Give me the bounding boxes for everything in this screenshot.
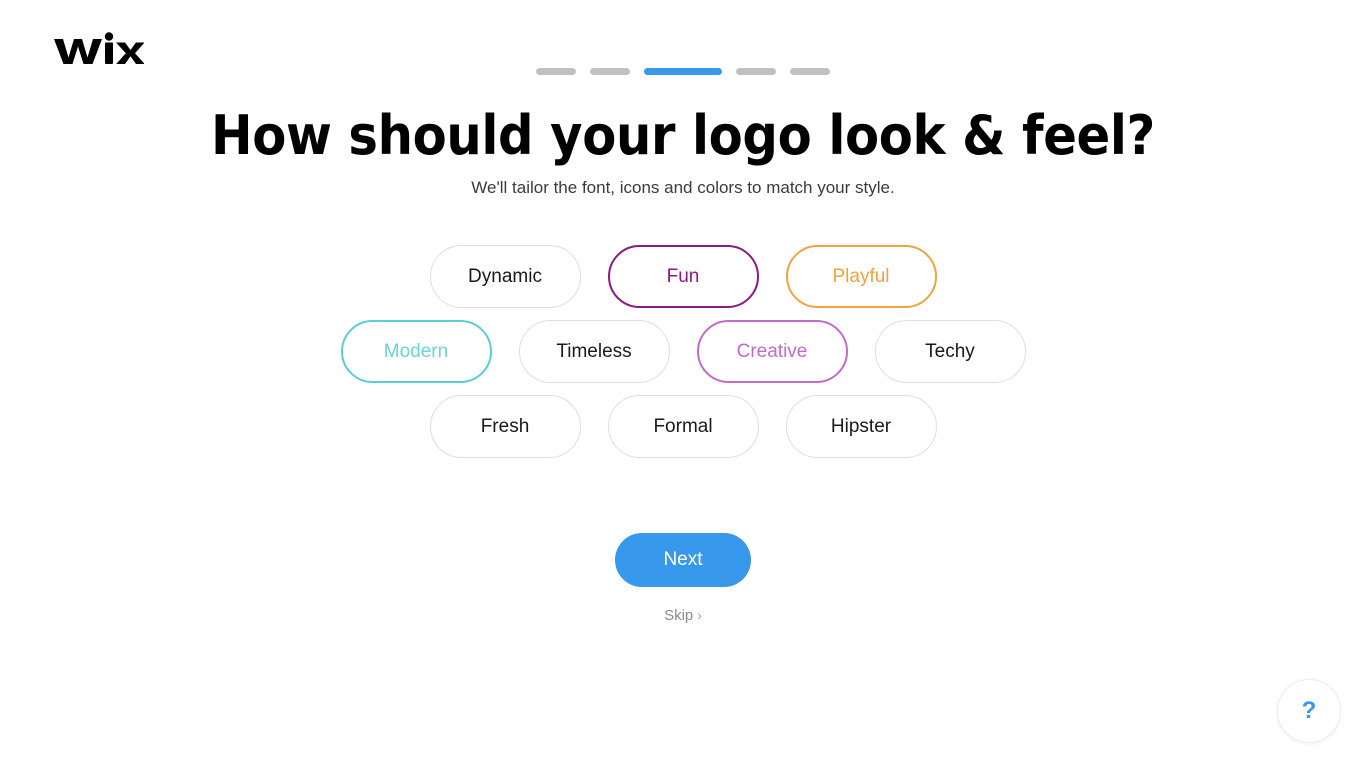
page-subtitle: We'll tailor the font, icons and colors … — [471, 178, 895, 197]
chip-label: Fresh — [480, 415, 530, 437]
chip-playful[interactable]: Playful — [785, 245, 937, 308]
chip-hipster[interactable]: Hipster — [785, 395, 937, 458]
progress-step-3-active — [644, 68, 722, 75]
chip-fresh[interactable]: Fresh — [429, 395, 581, 458]
chevron-right-icon: › — [697, 607, 702, 623]
chip-fun[interactable]: Fun — [607, 245, 759, 308]
chip-label: Modern — [383, 340, 449, 362]
page-title: How should your logo look & feel? — [210, 104, 1156, 167]
next-button-label: Next — [663, 549, 703, 570]
skip-label: Skip — [664, 607, 694, 624]
question-mark-icon: ? — [1301, 697, 1317, 724]
chip-row-1: Dynamic Fun Playful — [429, 245, 937, 308]
skip-link[interactable]: Skip › — [0, 607, 1366, 624]
chip-label: Playful — [832, 265, 890, 287]
style-chip-group: Dynamic Fun Playful Modern Timeless Crea… — [0, 245, 1366, 458]
chip-techy[interactable]: Techy — [874, 320, 1026, 383]
chip-label: Timeless — [556, 340, 632, 362]
next-button[interactable]: Next — [615, 533, 751, 587]
chip-row-3: Fresh Formal Hipster — [429, 395, 937, 458]
chip-creative[interactable]: Creative — [696, 320, 848, 383]
chip-label: Creative — [736, 340, 808, 362]
progress-indicator — [0, 68, 1366, 75]
chip-formal[interactable]: Formal — [607, 395, 759, 458]
chip-modern[interactable]: Modern — [340, 320, 492, 383]
chip-label: Hipster — [830, 415, 892, 437]
wix-logo[interactable] — [52, 30, 144, 68]
logo-maker-page: How should your logo look & feel? We'll … — [0, 0, 1366, 768]
progress-step-2 — [590, 68, 630, 75]
progress-step-1 — [536, 68, 576, 75]
chip-label: Formal — [653, 415, 713, 437]
help-button[interactable]: ? — [1277, 679, 1341, 743]
progress-step-5 — [790, 68, 830, 75]
chip-label: Techy — [925, 340, 975, 362]
chip-label: Dynamic — [468, 265, 542, 287]
chip-label: Fun — [666, 265, 700, 287]
chip-row-2: Modern Timeless Creative Techy — [340, 320, 1026, 383]
chip-timeless[interactable]: Timeless — [518, 320, 670, 383]
progress-step-4 — [736, 68, 776, 75]
chip-dynamic[interactable]: Dynamic — [429, 245, 581, 308]
